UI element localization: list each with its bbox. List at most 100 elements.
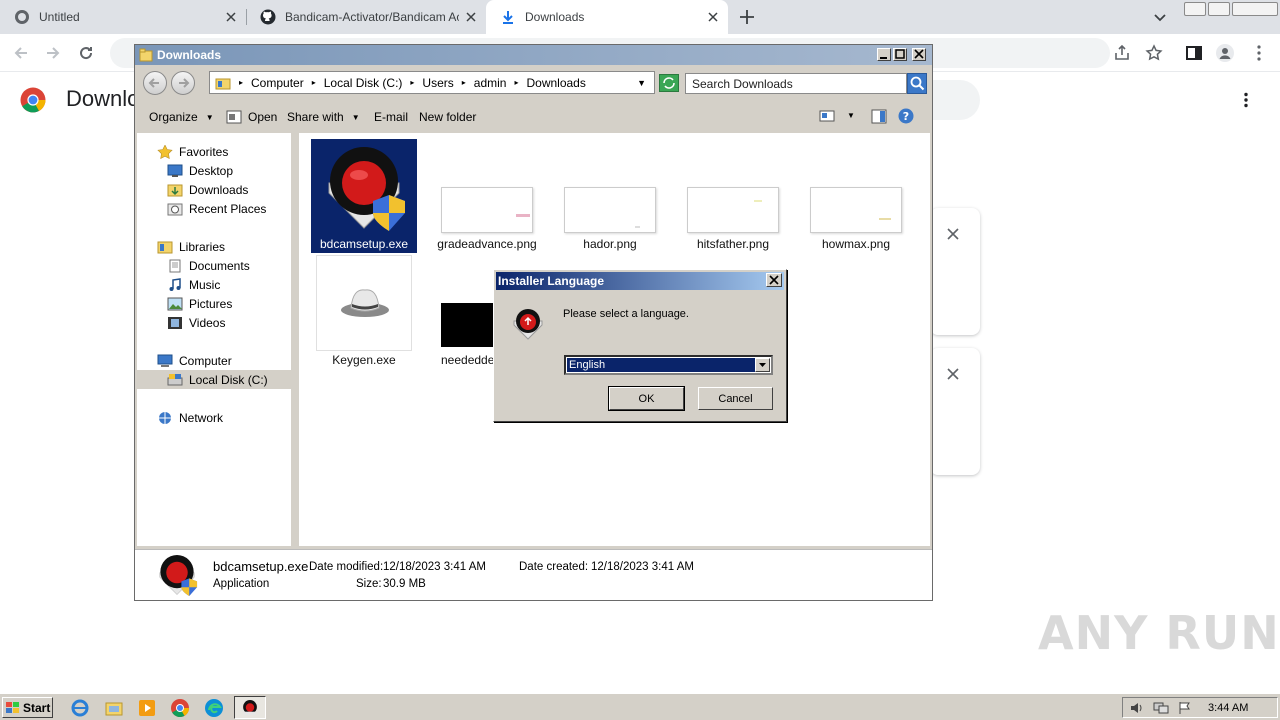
share-icon[interactable]	[1113, 44, 1131, 62]
nav-videos[interactable]: Videos	[167, 313, 225, 332]
close-button[interactable]	[912, 48, 926, 61]
chrome-icon[interactable]	[170, 698, 190, 718]
image-thumbnail[interactable]	[687, 187, 779, 233]
chevron-right-icon[interactable]: ▸	[239, 78, 243, 87]
breadcrumb-admin[interactable]: admin ▸	[474, 76, 519, 90]
explorer-address-bar[interactable]: ▸ Computer ▸ Local Disk (C:) ▸ Users ▸ admi…	[209, 71, 655, 94]
image-thumbnail[interactable]	[441, 303, 495, 347]
image-thumbnail[interactable]	[810, 187, 902, 233]
start-button[interactable]: Start	[2, 697, 53, 718]
volume-icon[interactable]	[1129, 701, 1145, 715]
tab-title: Bandicam-Activator/Bandicam Activator	[285, 10, 459, 24]
address-dropdown-icon[interactable]: ▼	[637, 78, 646, 88]
explorer-title-bar[interactable]: Downloads	[135, 45, 932, 65]
reload-icon[interactable]	[77, 44, 95, 62]
close-icon[interactable]	[946, 227, 960, 241]
help-icon[interactable]: ?	[898, 108, 914, 124]
file-item-bdcamsetup[interactable]: bdcamsetup.exe	[311, 139, 417, 253]
nav-downloads[interactable]: Downloads	[167, 180, 248, 199]
file-item-neededdef[interactable]: neededdef	[435, 353, 498, 367]
language-dropdown-button[interactable]	[755, 358, 770, 372]
cancel-button[interactable]: Cancel	[698, 387, 773, 410]
forward-arrow-icon[interactable]	[44, 44, 62, 62]
hard-drive-icon	[167, 373, 183, 385]
breadcrumb-local-disk[interactable]: Local Disk (C:) ▸	[324, 76, 415, 90]
close-icon[interactable]	[224, 10, 238, 24]
nav-recent-places[interactable]: Recent Places	[167, 199, 266, 218]
close-icon[interactable]	[706, 10, 720, 24]
back-button[interactable]	[143, 71, 167, 95]
file-item-howmax[interactable]: howmax.png	[804, 237, 908, 251]
close-window-button[interactable]	[1232, 2, 1278, 16]
navigation-pane: Favorites Desktop Downloads Recent Place…	[137, 133, 295, 546]
back-arrow-icon[interactable]	[12, 44, 30, 62]
hat-icon	[341, 289, 389, 317]
taskbar-bandicam-installer[interactable]	[234, 696, 266, 719]
explorer-search-input[interactable]: Search Downloads	[685, 73, 907, 94]
nav-libraries[interactable]: Libraries	[157, 237, 225, 256]
ok-button[interactable]: OK	[608, 386, 685, 411]
open-button[interactable]: Open	[226, 110, 277, 124]
new-folder-button[interactable]: New folder	[419, 110, 476, 124]
image-thumbnail[interactable]	[441, 187, 533, 233]
image-thumbnail[interactable]	[564, 187, 656, 233]
nav-computer[interactable]: Computer	[157, 351, 232, 370]
bandicam-installer-icon	[159, 554, 198, 597]
close-icon[interactable]	[464, 10, 478, 24]
side-panel-icon[interactable]	[1185, 44, 1203, 62]
network-status-icon[interactable]	[1153, 701, 1169, 715]
refresh-button[interactable]	[659, 74, 679, 92]
tab-github[interactable]: Bandicam-Activator/Bandicam Activator	[246, 0, 486, 34]
nav-local-disk[interactable]: Local Disk (C:)	[137, 370, 293, 389]
nav-music[interactable]: Music	[167, 275, 220, 294]
language-select[interactable]: English	[564, 355, 773, 375]
new-tab-plus-icon[interactable]	[738, 8, 756, 26]
kebab-menu-icon[interactable]	[1238, 92, 1254, 108]
organize-button[interactable]: Organize ▼	[149, 110, 214, 124]
file-explorer-icon[interactable]	[104, 698, 124, 718]
forward-arrow-icon	[179, 78, 190, 88]
pictures-icon	[167, 297, 183, 310]
bookmark-star-icon[interactable]	[1145, 44, 1163, 62]
file-item-hador[interactable]: hador.png	[558, 237, 662, 251]
details-pane: bdcamsetup.exe Application Date modified…	[135, 549, 932, 600]
tab-downloads[interactable]: Downloads	[486, 0, 728, 34]
nav-documents[interactable]: Documents	[167, 256, 250, 275]
file-item-hitsfather[interactable]: hitsfather.png	[681, 237, 785, 251]
breadcrumb-users[interactable]: Users ▸	[422, 76, 465, 90]
chevron-down-icon[interactable]	[1152, 9, 1168, 25]
action-center-flag-icon[interactable]	[1177, 701, 1193, 715]
file-item-keygen[interactable]	[316, 255, 412, 351]
internet-explorer-icon[interactable]	[70, 698, 90, 718]
dialog-title-bar[interactable]: Installer Language	[496, 272, 784, 290]
preview-pane-icon[interactable]	[871, 109, 887, 124]
nav-pictures[interactable]: Pictures	[167, 294, 232, 313]
share-with-button[interactable]: Share with ▼	[287, 110, 360, 124]
forward-button[interactable]	[171, 71, 195, 95]
maximize-button[interactable]	[893, 48, 907, 61]
view-dropdown-icon[interactable]: ▼	[847, 111, 855, 120]
minimize-button[interactable]	[877, 48, 891, 61]
details-date-modified: 12/18/2023 3:41 AM	[383, 561, 486, 573]
edge-icon[interactable]	[204, 698, 224, 718]
computer-icon	[157, 354, 173, 367]
restore-button[interactable]	[1208, 2, 1230, 16]
view-options-icon[interactable]	[819, 110, 835, 122]
folder-icon	[139, 48, 153, 62]
tab-untitled[interactable]: Untitled	[0, 0, 246, 34]
email-button[interactable]: E-mail	[374, 110, 408, 124]
file-item-gradeadvance[interactable]: gradeadvance.png	[435, 237, 539, 251]
globe-icon	[15, 10, 29, 24]
breadcrumb-computer[interactable]: Computer ▸	[251, 76, 316, 90]
breadcrumb-downloads[interactable]: Downloads	[526, 76, 585, 90]
nav-network[interactable]: Network	[157, 408, 223, 427]
profile-avatar-icon[interactable]	[1216, 44, 1234, 62]
dialog-close-button[interactable]	[766, 273, 782, 287]
kebab-menu-icon[interactable]	[1250, 44, 1268, 62]
close-icon[interactable]	[946, 367, 960, 381]
media-player-icon[interactable]	[137, 698, 157, 718]
nav-desktop[interactable]: Desktop	[167, 161, 233, 180]
search-button[interactable]	[907, 73, 927, 94]
nav-favorites[interactable]: Favorites	[157, 142, 228, 161]
minimize-button[interactable]	[1184, 2, 1206, 16]
